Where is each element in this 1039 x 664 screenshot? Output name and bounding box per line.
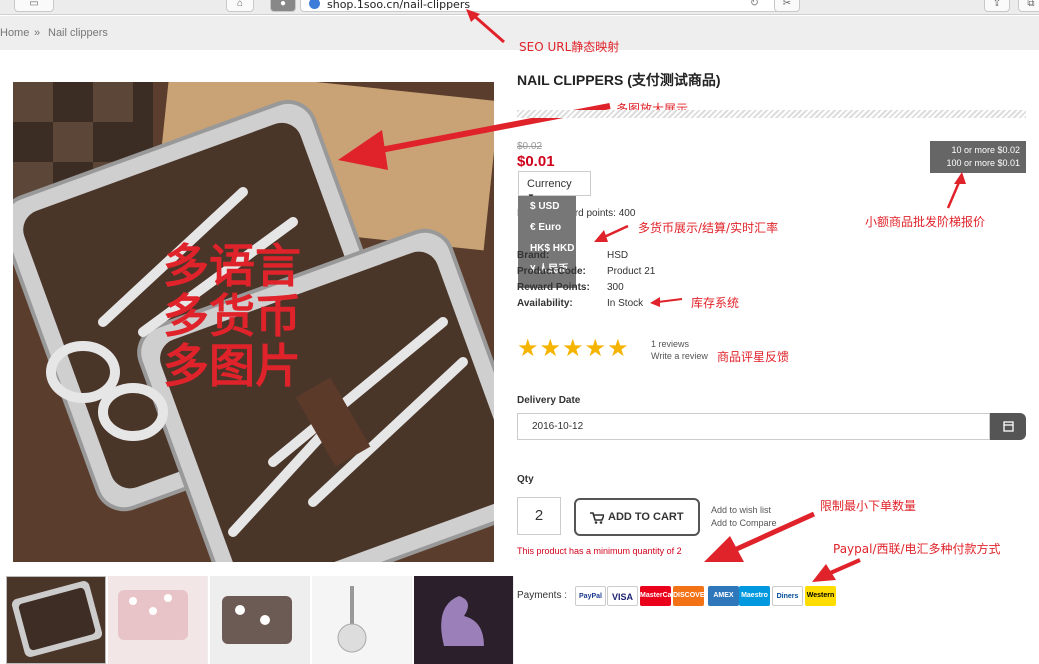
min-qty-message: This product has a minimum quantity of 2: [517, 546, 682, 556]
write-review-link[interactable]: Write a review: [651, 351, 708, 361]
minqty-arrow-icon: [704, 511, 816, 562]
annotation-rating: 商品评星反馈: [717, 350, 790, 364]
brand-label: Brand:: [517, 250, 550, 261]
thumbnail-5[interactable]: [414, 576, 514, 664]
annotation-seo: SEO URL静态映射: [519, 40, 620, 54]
product-code-label: Product Code:: [517, 266, 586, 277]
rating-stars: ★★★★★: [517, 335, 630, 362]
tabs-button[interactable]: ⧉: [1018, 0, 1039, 12]
cart-icon: [590, 512, 604, 524]
brand-value[interactable]: HSD: [607, 250, 628, 261]
address-bar[interactable]: shop.1soo.cn/nail-clippers ↻: [300, 0, 780, 12]
availability-value: In Stock: [607, 298, 644, 309]
mastercard-icon: MasterCard: [640, 586, 671, 606]
current-price: $0.01: [517, 153, 555, 170]
currency-label: Currency: [527, 178, 572, 190]
star-icon: ★: [584, 335, 608, 362]
reviews-count-link[interactable]: 1 reviews: [651, 339, 689, 349]
sidebar-toggle-button[interactable]: ▭: [14, 0, 54, 12]
add-to-cart-button[interactable]: ADD TO CART: [574, 498, 700, 536]
star-icon: ★: [607, 335, 630, 362]
reward-points-value: 300: [607, 282, 624, 293]
calendar-button[interactable]: [990, 413, 1026, 440]
annotation-tier: 小额商品批发阶梯报价: [865, 215, 986, 229]
amex-icon: AMEX: [708, 586, 739, 606]
product-title: NAIL CLIPPERS (支付测试商品): [517, 72, 721, 88]
share-button[interactable]: ⇪: [984, 0, 1010, 12]
paypal-icon: PayPal: [575, 586, 606, 606]
availability-label: Availability:: [517, 298, 573, 309]
payments-label: Payments :: [517, 590, 568, 601]
browser-toolbar: ▭ ⌂ ● shop.1soo.cn/nail-clippers ↻ ✂ ⇪ ⧉: [0, 0, 1039, 15]
tier-arrow-icon: [946, 172, 966, 209]
title-divider: [517, 110, 1026, 118]
calendar-icon: [1003, 421, 1014, 432]
delivery-date-input[interactable]: 2016-10-12: [517, 413, 990, 440]
home-button[interactable]: ⌂: [226, 0, 254, 12]
product-code-value: Product 21: [607, 266, 656, 277]
annotation-payment: Paypal/西联/电汇多种付款方式: [833, 542, 1001, 556]
breadcrumb-separator: »: [34, 27, 41, 39]
visa-icon: VISA: [607, 586, 638, 606]
annotation-currency: 多货币展示/结算/实时汇率: [638, 221, 779, 235]
quantity-input[interactable]: 2: [517, 497, 561, 535]
old-price: $0.02: [517, 141, 543, 152]
adblock-icon[interactable]: ●: [270, 0, 296, 12]
url-text: shop.1soo.cn/nail-clippers: [327, 0, 471, 11]
breadcrumb-current[interactable]: Nail clippers: [48, 27, 108, 39]
thumbnail-4[interactable]: [312, 576, 412, 664]
thumbnail-strip: [0, 576, 514, 664]
payment-arrow-icon: [812, 558, 861, 582]
discover-icon: DISCOVER: [673, 586, 704, 606]
tier-price-1: 10 or more $0.02: [951, 145, 1020, 155]
currency-dropdown[interactable]: Currency ▼: [518, 171, 591, 201]
qty-label: Qty: [517, 474, 534, 485]
annotation-stock: 库存系统: [691, 296, 740, 310]
diners-icon: Diners: [772, 586, 803, 606]
star-icon: ★: [539, 335, 563, 362]
thumbnail-3[interactable]: [210, 576, 310, 664]
overlay-text-3: 多图片: [163, 339, 301, 393]
delivery-date-label: Delivery Date: [517, 395, 581, 406]
star-icon: ★: [562, 335, 585, 362]
currency-option-eur[interactable]: € Euro: [518, 217, 576, 238]
currency-option-usd[interactable]: $ USD: [518, 196, 576, 217]
thumbnail-1[interactable]: [6, 576, 106, 664]
overlay-text-1: 多语言: [163, 239, 301, 293]
globe-icon: [309, 0, 320, 9]
annotation-minqty: 限制最小下单数量: [820, 499, 917, 513]
thumbnail-2[interactable]: [108, 576, 208, 664]
overlay-text-2: 多货币: [163, 289, 301, 343]
add-to-cart-label: ADD TO CART: [608, 511, 684, 523]
seo-arrow-icon: [466, 9, 505, 44]
currency-arrow-icon: [594, 224, 629, 242]
star-icon: ★: [517, 335, 540, 362]
reload-icon[interactable]: ↻: [750, 0, 759, 9]
reward-points-label: Reward Points:: [517, 282, 590, 293]
tier-price-2: 100 or more $0.01: [946, 158, 1020, 168]
stock-arrow-icon: [650, 297, 683, 307]
tier-pricing-box: 10 or more $0.02 100 or more $0.01: [930, 141, 1026, 173]
breadcrumb-home[interactable]: Home: [0, 27, 29, 39]
maestro-icon: Maestro: [739, 586, 770, 606]
western-union-icon: Western Union: [805, 586, 836, 606]
extension-icon[interactable]: ✂: [774, 0, 800, 12]
